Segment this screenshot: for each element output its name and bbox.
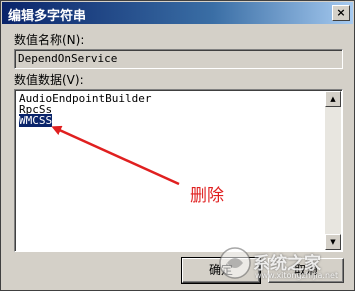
value-name-label: 数值名称(N): — [14, 33, 85, 47]
scroll-down-button[interactable]: ▼ — [325, 234, 341, 250]
delete-annotation-label: 删除 — [190, 186, 224, 206]
close-button[interactable]: × — [332, 5, 350, 21]
value-data-textarea[interactable]: AudioEndpointBuilder RpcSs WMCSS ▲ ▼ — [14, 89, 343, 252]
scroll-up-button[interactable]: ▲ — [325, 91, 341, 107]
window-title: 编辑多字符串 — [8, 9, 87, 24]
vertical-scrollbar[interactable]: ▲ ▼ — [325, 91, 341, 250]
edit-multi-string-dialog: 编辑多字符串 × 数值名称(N): DependOnService 数值数据(V… — [0, 0, 355, 291]
value-name-field: DependOnService — [14, 49, 343, 69]
title-bar[interactable]: 编辑多字符串 × — [2, 2, 353, 24]
scroll-up-icon: ▲ — [330, 95, 336, 103]
cancel-button[interactable]: 取消 — [268, 258, 344, 283]
value-data-line-selected: WMCSS — [19, 114, 53, 127]
close-icon: × — [336, 6, 346, 19]
ok-button[interactable]: 确定 — [181, 257, 261, 284]
value-data-label: 数值数据(V): — [14, 73, 84, 87]
scroll-down-icon: ▼ — [330, 238, 336, 246]
value-data-lines: AudioEndpointBuilder RpcSs WMCSS — [19, 93, 151, 127]
